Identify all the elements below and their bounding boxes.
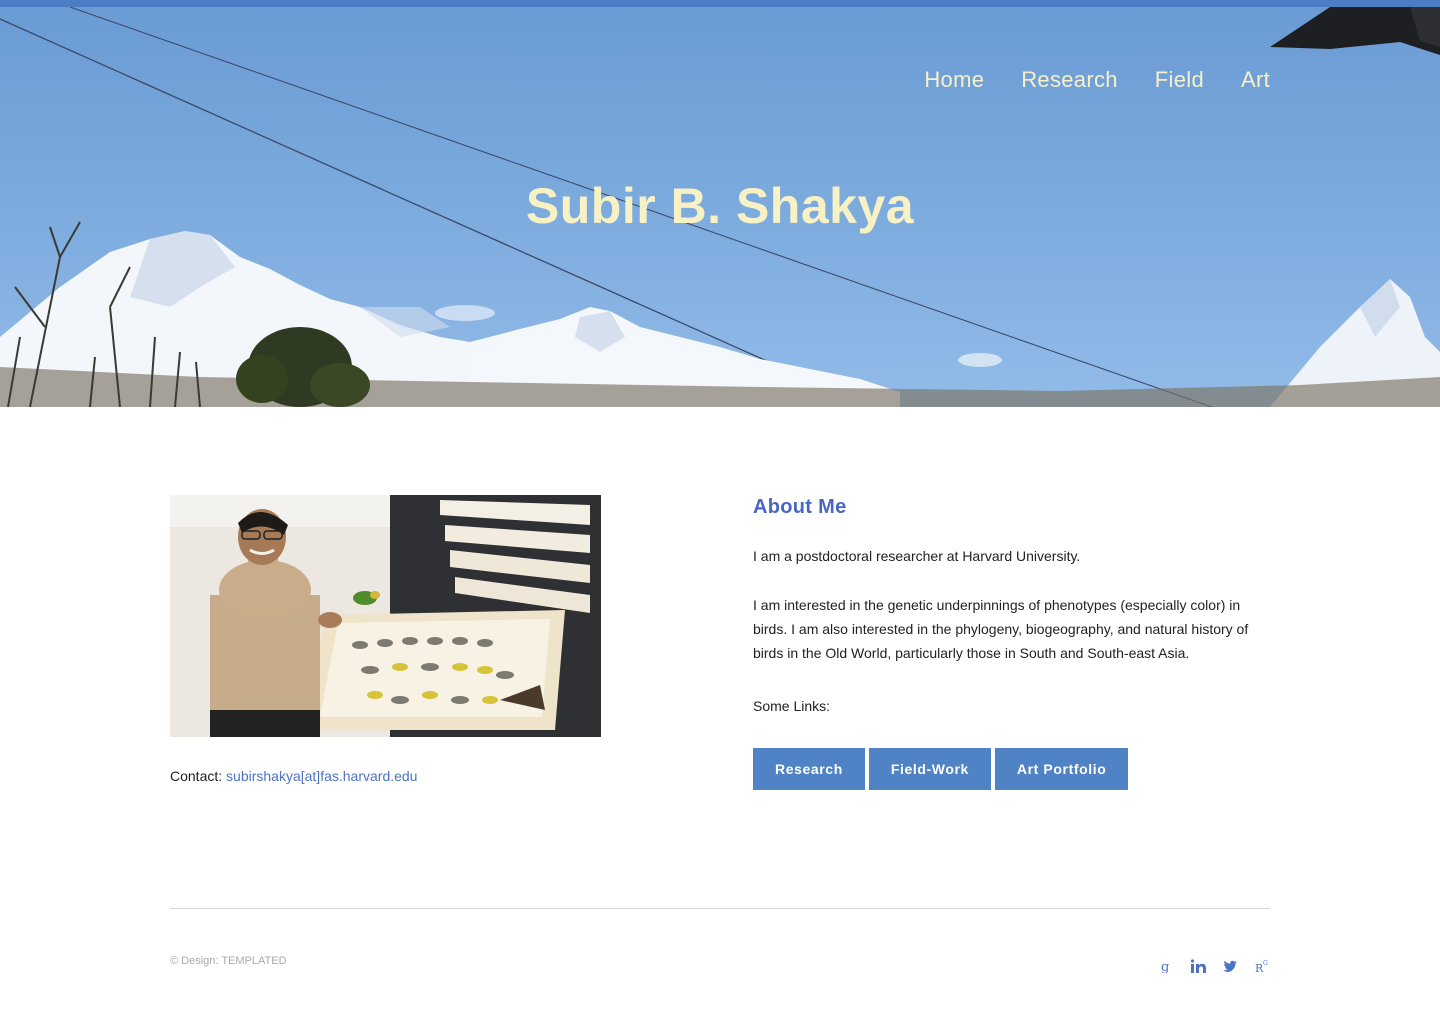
contact-email-link[interactable]: subirshakya[at]fas.harvard.edu xyxy=(226,768,417,784)
link-buttons: Research Field-Work Art Portfolio xyxy=(753,748,1129,790)
research-button[interactable]: Research xyxy=(753,748,865,790)
researchgate-icon[interactable]: RG xyxy=(1254,956,1270,976)
linkedin-icon[interactable] xyxy=(1190,956,1206,976)
nav-item-field[interactable]: Field xyxy=(1155,67,1204,93)
social-links: g RG xyxy=(1158,956,1270,976)
top-accent-bar xyxy=(0,0,1440,7)
nav-item-art[interactable]: Art xyxy=(1241,67,1270,93)
main-nav: Home Research Field Art xyxy=(924,67,1270,93)
art-portfolio-button[interactable]: Art Portfolio xyxy=(994,748,1129,790)
nav-item-home[interactable]: Home xyxy=(924,67,984,93)
profile-photo xyxy=(170,495,601,737)
about-paragraph-1: I am a postdoctoral researcher at Harvar… xyxy=(753,548,1081,564)
about-heading: About Me xyxy=(753,496,847,518)
contact-label: Contact: xyxy=(170,768,223,784)
page-title: Subir B. Shakya xyxy=(525,178,915,234)
about-section: About Me I am a postdoctoral researcher … xyxy=(753,496,1273,790)
hero-banner: Home Research Field Art Subir B. Shakya xyxy=(0,7,1440,407)
some-links-label: Some Links: xyxy=(753,698,831,714)
footer-divider xyxy=(170,908,1270,909)
svg-text:g: g xyxy=(1161,960,1169,973)
nav-item-research[interactable]: Research xyxy=(1021,67,1118,93)
twitter-icon[interactable] xyxy=(1222,956,1238,976)
about-paragraph-2: I am interested in the genetic underpinn… xyxy=(753,597,1249,661)
svg-text:G: G xyxy=(1263,960,1268,967)
copyright-text: © Design: TEMPLATED xyxy=(170,955,287,967)
field-work-button[interactable]: Field-Work xyxy=(868,748,991,790)
contact-line: Contact: subirshakya[at]fas.harvard.edu xyxy=(170,768,417,784)
google-scholar-icon[interactable]: g xyxy=(1158,956,1174,976)
